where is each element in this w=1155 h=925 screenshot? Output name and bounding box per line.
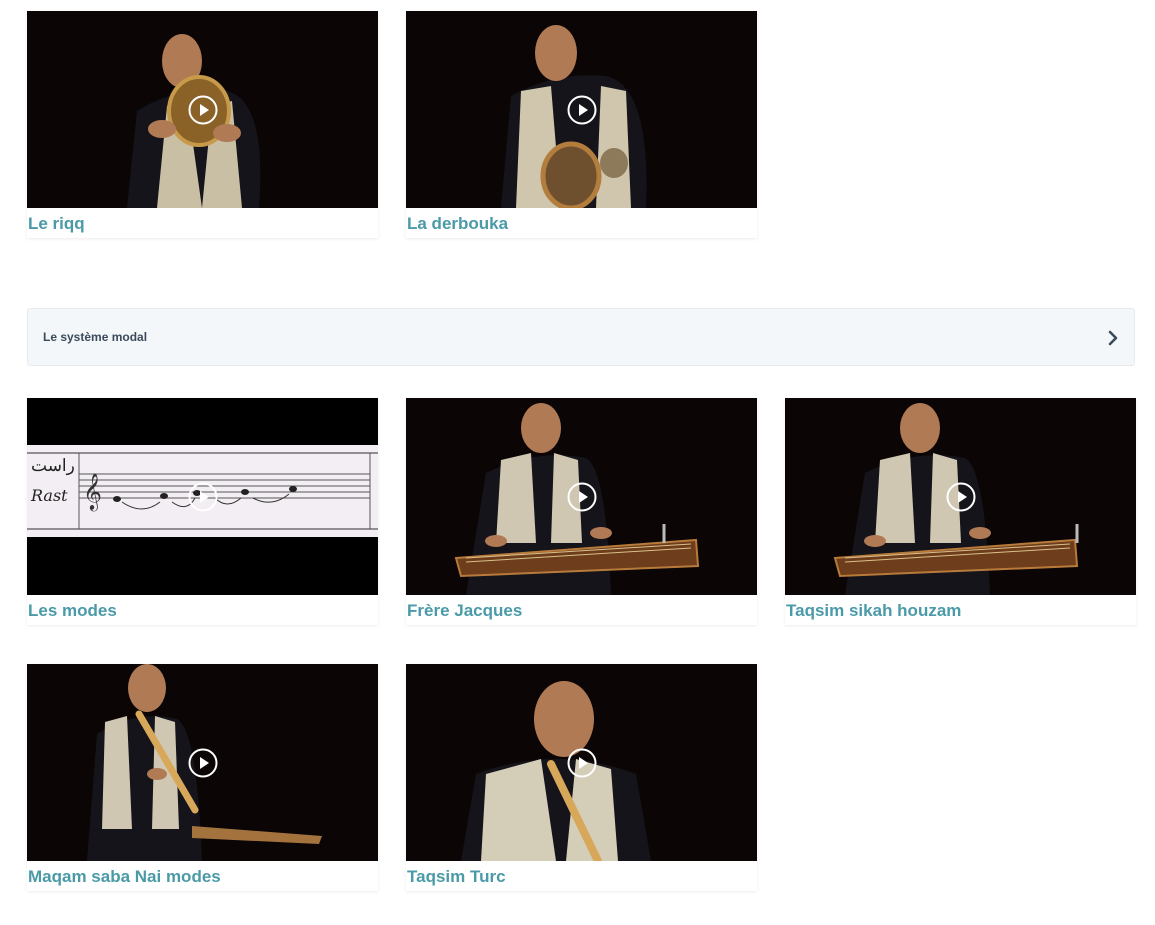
video-card[interactable]: La derbouka (406, 11, 757, 238)
chevron-right-icon[interactable] (1106, 329, 1120, 347)
video-card[interactable]: Taqsim Turc (406, 664, 757, 891)
video-title[interactable]: Frère Jacques (406, 595, 757, 625)
play-icon[interactable] (188, 748, 218, 778)
video-title[interactable]: Taqsim sikah houzam (785, 595, 1136, 625)
video-card[interactable]: Frère Jacques (406, 398, 757, 625)
video-card[interactable]: Maqam saba Nai modes (27, 664, 378, 891)
video-card[interactable]: Taqsim sikah houzam (785, 398, 1136, 625)
video-card[interactable]: 𝄞 راست Rast Les modes (27, 398, 378, 625)
play-icon[interactable] (188, 95, 218, 125)
video-thumbnail[interactable] (406, 664, 757, 861)
video-title[interactable]: Taqsim Turc (406, 861, 757, 891)
svg-text:𝄞: 𝄞 (83, 472, 102, 511)
play-icon[interactable] (567, 95, 597, 125)
video-title[interactable]: Le riqq (27, 208, 378, 238)
section-header-modal-system[interactable]: Le système modal (27, 308, 1135, 366)
play-icon[interactable] (567, 748, 597, 778)
score-label-arabic: راست (31, 456, 75, 476)
play-icon[interactable] (946, 482, 976, 512)
video-card[interactable]: Le riqq (27, 11, 378, 238)
video-thumbnail[interactable] (406, 398, 757, 595)
play-icon[interactable] (567, 482, 597, 512)
video-thumbnail[interactable] (785, 398, 1136, 595)
video-title[interactable]: Maqam saba Nai modes (27, 861, 378, 891)
score-label-latin: Rast (31, 486, 68, 505)
video-thumbnail[interactable]: 𝄞 راست Rast (27, 398, 378, 595)
video-thumbnail[interactable] (27, 11, 378, 208)
section-title: Le système modal (43, 330, 148, 344)
video-thumbnail[interactable] (406, 11, 757, 208)
play-icon[interactable] (188, 482, 218, 512)
video-thumbnail[interactable] (27, 664, 378, 861)
video-title[interactable]: La derbouka (406, 208, 757, 238)
video-title[interactable]: Les modes (27, 595, 378, 625)
